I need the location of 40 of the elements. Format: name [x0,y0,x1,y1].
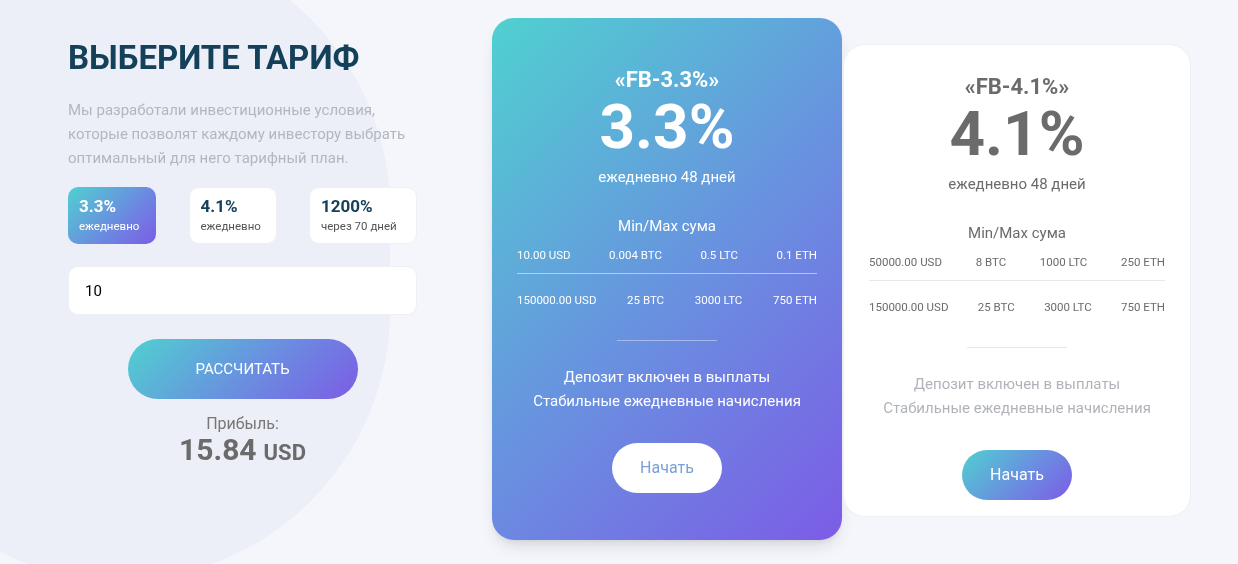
min-amount: 1000 LTC [1039,254,1088,271]
max-amount: 3000 LTC [694,292,743,310]
min-amount: 50000.00 USD [869,254,942,271]
range-label: Min/Max сума [968,222,1066,244]
min-amount: 250 ETH [1121,254,1165,271]
feature-text: Депозит включен в выплаты [913,373,1121,395]
min-amount: 0.004 BTC [609,247,662,264]
max-amount: 150000.00 USD [517,292,597,310]
profit-amount: 15.84 [179,433,257,467]
start-button[interactable]: Начать [612,442,722,493]
plan-name: «FB-4.1%» [964,73,1070,101]
tariff-option[interactable]: 1200% через 70 дней [309,187,417,244]
min-amount: 10.00 USD [517,247,571,264]
feature-text: Депозит включен в выплаты [563,366,771,388]
min-amount: 0.1 ETH [776,247,817,264]
max-amount: 3000 LTC [1044,299,1092,317]
page-heading: ВЫБЕРИТЕ ТАРИФ [68,38,361,78]
plan-rate: 4.1% [949,101,1085,167]
description-text: Мы разработали инвестиционные условия, которые позволят каждому инвестору выбрать оптимальный для него тарифный план. [68,100,407,169]
max-amount: 750 ETH [1121,299,1165,317]
calculate-button[interactable]: РАССЧИТАТЬ [127,339,358,399]
max-amount: 750 ETH [773,292,817,310]
min-amount: 0.5 LTC [700,247,739,264]
profit-label: Прибыль: [206,415,279,433]
tariff-option[interactable]: 3.3% ежедневно [68,187,156,244]
min-amount: 8 BTC [975,254,1007,271]
feature-text: Стабильные ежедневные начисления [533,390,801,412]
profit-currency: USD [263,439,306,467]
start-button[interactable]: Начать [962,449,1072,500]
range-label: Min/Max сума [618,215,716,237]
plan-rate: 3.3% [599,94,735,160]
plan-term: ежедневно 48 дней [598,167,736,188]
amount-input[interactable]: 10 [68,266,417,315]
tariff-option[interactable]: 4.1% ежедневно [188,187,277,244]
plan-term: ежедневно 48 дней [948,174,1086,195]
max-amount: 25 BTC [627,292,665,310]
max-amount: 25 BTC [977,299,1015,317]
plan-name: «FB-3.3%» [614,66,720,94]
feature-text: Стабильные ежедневные начисления [883,397,1151,419]
max-amount: 150000.00 USD [869,299,949,317]
